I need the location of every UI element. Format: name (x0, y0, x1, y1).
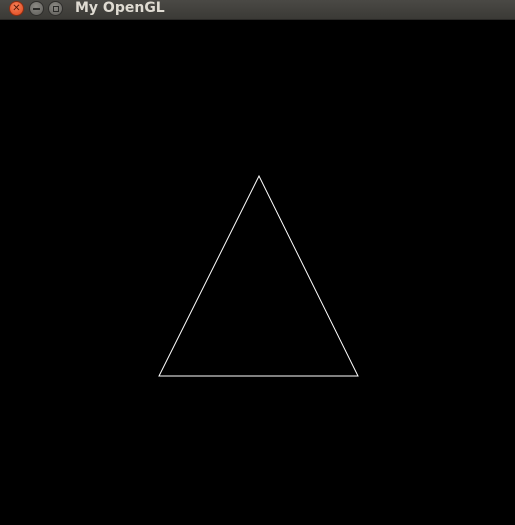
minimize-icon (33, 7, 40, 10)
opengl-window: ✕ My OpenGL (0, 0, 515, 525)
window-title: My OpenGL (75, 0, 165, 16)
close-icon: ✕ (12, 2, 21, 14)
triangle-outline (158, 174, 359, 377)
opengl-canvas[interactable] (0, 20, 515, 525)
close-button[interactable]: ✕ (9, 1, 24, 16)
maximize-button[interactable] (48, 1, 63, 16)
maximize-icon (52, 5, 59, 12)
minimize-button[interactable] (29, 1, 44, 16)
render-surface (158, 174, 359, 377)
window-titlebar[interactable]: ✕ My OpenGL (0, 0, 515, 20)
